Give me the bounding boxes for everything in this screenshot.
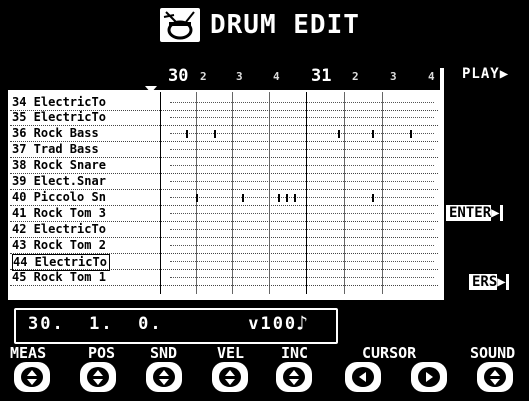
- note-hit[interactable]: [196, 194, 198, 202]
- up-down-icon: [27, 370, 37, 385]
- snd-label: SND: [150, 344, 178, 362]
- up-down-icon: [93, 370, 103, 385]
- drum-row-label: 34 ElectricTo: [12, 95, 106, 109]
- playhead-marker-icon: [145, 86, 157, 93]
- play-button[interactable]: PLAY▶: [462, 66, 509, 82]
- note-hit[interactable]: [294, 194, 296, 202]
- up-down-icon: [225, 370, 235, 385]
- beat-label: 2: [200, 70, 207, 83]
- cursor-right-button[interactable]: [411, 362, 447, 392]
- meas-stepper[interactable]: [14, 362, 50, 392]
- drum-row-label: 45 Rock Tom 1: [12, 270, 106, 284]
- up-down-icon: [289, 370, 299, 385]
- note-icon: ♪: [296, 311, 309, 335]
- note-hit[interactable]: [278, 194, 280, 202]
- sound-stepper[interactable]: [477, 362, 513, 392]
- play-label: PLAY: [462, 66, 500, 82]
- cursor-label: CURSOR: [362, 344, 417, 362]
- note-hit[interactable]: [410, 130, 412, 138]
- note-hit[interactable]: [214, 130, 216, 138]
- drum-row-label: 37 Trad Bass: [12, 142, 99, 156]
- note-hit[interactable]: [242, 194, 244, 202]
- ers-button[interactable]: ERS▶: [469, 274, 509, 290]
- drum-row-label: 40 Piccolo Sn: [12, 190, 106, 204]
- up-down-icon: [490, 370, 500, 385]
- measure-label: 31: [311, 66, 332, 86]
- note-hit[interactable]: [286, 194, 288, 202]
- arrow-right-icon: [426, 372, 433, 382]
- note-hit[interactable]: [372, 194, 374, 202]
- pos-stepper[interactable]: [80, 362, 116, 392]
- drum-row-label: 39 Elect.Snar: [12, 174, 106, 188]
- drum-row-label-selected: 44 ElectricTo: [12, 254, 110, 271]
- note-hit[interactable]: [372, 130, 374, 138]
- inc-label: INC: [281, 344, 309, 362]
- inc-stepper[interactable]: [276, 362, 312, 392]
- up-down-icon: [159, 370, 169, 385]
- drum-row-label: 38 Rock Snare: [12, 158, 106, 172]
- drum-row-label: 41 Rock Tom 3: [12, 206, 106, 220]
- cursor-left-button[interactable]: [345, 362, 381, 392]
- enter-button[interactable]: ENTER▶: [446, 205, 503, 221]
- drum-kit-icon: [160, 8, 200, 42]
- enter-label: ENTER: [449, 205, 492, 221]
- beat-label: 4: [273, 70, 280, 83]
- sound-label: SOUND: [470, 344, 516, 362]
- arrow-left-icon: [359, 372, 366, 382]
- drum-row-label: 42 ElectricTo: [12, 222, 106, 236]
- measure-label: 30: [168, 66, 189, 86]
- arrow-right-icon: ▶: [491, 205, 500, 221]
- beat-label: 3: [236, 70, 243, 83]
- meas-label: MEAS: [10, 344, 47, 362]
- beat-label: 2: [352, 70, 359, 83]
- title-bar: DRUM EDIT: [160, 8, 360, 42]
- beat-label: 4: [428, 70, 435, 83]
- vel-stepper[interactable]: [212, 362, 248, 392]
- note-hit[interactable]: [338, 130, 340, 138]
- drum-row-label: 43 Rock Tom 2: [12, 238, 106, 252]
- arrow-right-icon: ▶: [499, 66, 510, 82]
- arrow-right-icon: ▶: [497, 274, 506, 290]
- note-hit[interactable]: [186, 130, 188, 138]
- snd-stepper[interactable]: [146, 362, 182, 392]
- page-title: DRUM EDIT: [210, 10, 360, 40]
- position-readout: 30. 1. 0. v100: [28, 314, 298, 334]
- beat-label: 3: [390, 70, 397, 83]
- drum-row-label: 35 ElectricTo: [12, 110, 106, 124]
- drum-row-label: 36 Rock Bass: [12, 126, 99, 140]
- vel-label: VEL: [217, 344, 245, 362]
- pos-label: POS: [88, 344, 116, 362]
- grid-ruler: [8, 68, 440, 90]
- ers-label: ERS: [472, 274, 498, 290]
